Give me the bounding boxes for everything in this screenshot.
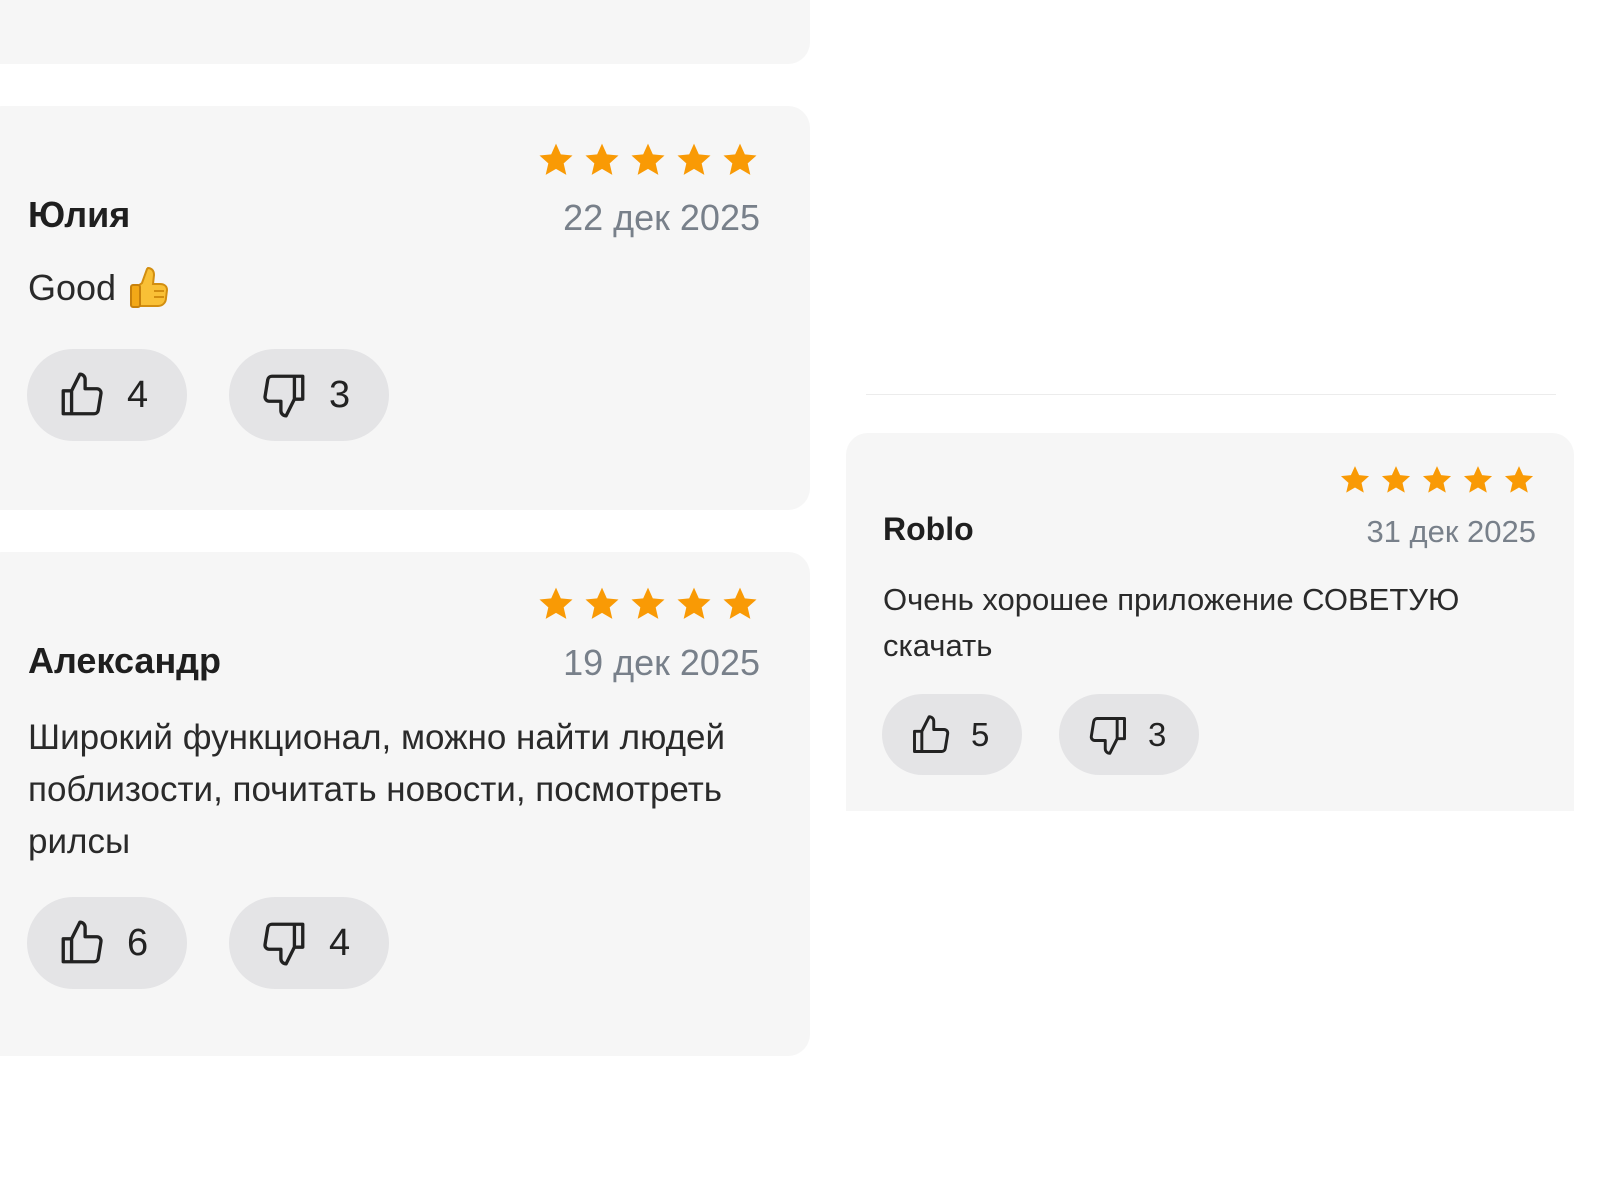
review-text: Good [28, 266, 170, 310]
like-count: 6 [127, 921, 149, 964]
dislike-button[interactable]: 3 [1059, 694, 1199, 775]
rating-stars [536, 584, 760, 624]
review-author: Roblo [883, 511, 974, 547]
star-icon [631, 587, 665, 619]
rating-stars [1338, 463, 1536, 497]
rating-stars [536, 140, 760, 180]
divider [866, 394, 1556, 395]
thumb-up-outline-icon [61, 372, 103, 416]
thumb-down-outline-icon [263, 374, 305, 418]
star-icon [1422, 466, 1452, 493]
star-icon [1463, 466, 1493, 493]
thumb-down-outline-icon [263, 922, 305, 966]
review-date: 19 дек 2025 [563, 642, 760, 683]
star-icon [677, 143, 711, 175]
star-icon [1340, 466, 1370, 493]
dislike-count: 4 [329, 921, 351, 964]
like-count: 5 [971, 715, 990, 753]
star-icon [1381, 466, 1411, 493]
dislike-button[interactable]: 4 [229, 897, 389, 989]
dislike-count: 3 [329, 373, 351, 416]
star-icon [723, 587, 757, 619]
review-card-previous [0, 0, 810, 64]
star-icon [539, 143, 573, 175]
reviews-screen: Юлия 22 дек 2025 Good 4 3 Александр 19 д… [0, 0, 1600, 1200]
like-button[interactable]: 4 [27, 349, 187, 441]
star-icon [585, 143, 619, 175]
review-card: Александр 19 дек 2025 Широкий функционал… [0, 552, 810, 1056]
review-text: Очень хорошее приложение СОВЕТУЮ скачать [883, 582, 1460, 663]
like-button[interactable]: 5 [882, 694, 1022, 775]
review-author: Юлия [28, 194, 131, 235]
like-count: 4 [127, 373, 149, 416]
dislike-button[interactable]: 3 [229, 349, 389, 441]
thumbs-up-emoji-icon [130, 266, 169, 308]
review-text-content: Good [28, 267, 117, 308]
star-icon [1504, 466, 1534, 493]
star-icon [631, 143, 665, 175]
review-date: 22 дек 2025 [563, 197, 760, 238]
review-card: Юлия 22 дек 2025 Good 4 3 [0, 106, 810, 510]
review-author: Александр [28, 640, 222, 681]
review-card: Roblo 31 дек 2025 Очень хорошее приложен… [846, 433, 1574, 811]
star-icon [723, 143, 757, 175]
dislike-count: 3 [1148, 715, 1167, 753]
thumb-up-outline-icon [913, 714, 950, 753]
star-icon [585, 587, 619, 619]
thumb-down-outline-icon [1089, 716, 1126, 755]
thumb-up-outline-icon [61, 920, 103, 964]
star-icon [677, 587, 711, 619]
like-button[interactable]: 6 [27, 897, 187, 989]
star-icon [539, 587, 573, 619]
review-date: 31 дек 2025 [1366, 514, 1536, 549]
review-text: Широкий функционал, можно найти людей по… [28, 718, 726, 861]
